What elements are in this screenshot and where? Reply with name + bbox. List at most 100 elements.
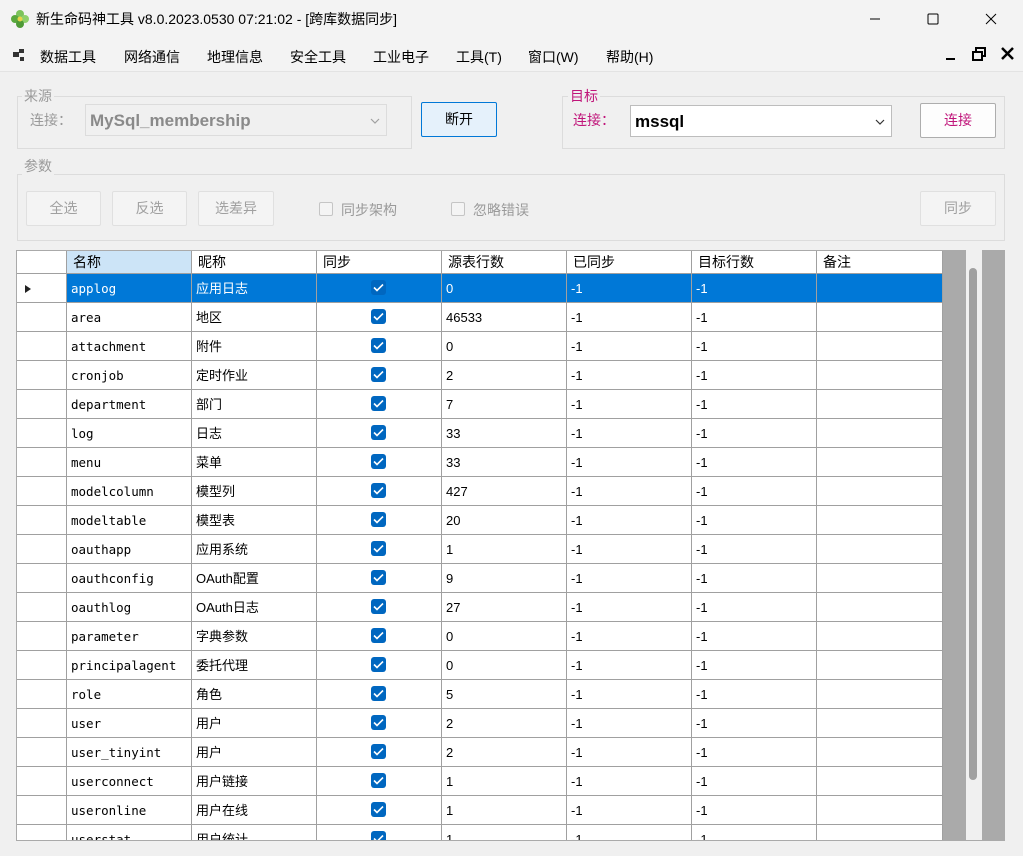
cell-note[interactable]	[817, 535, 943, 564]
sync-checkbox-cell[interactable]	[317, 593, 442, 622]
cell-src[interactable]: 1	[442, 796, 567, 825]
cell-nick[interactable]: 用户	[192, 738, 317, 767]
checkbox-checked-icon[interactable]	[371, 309, 386, 324]
table-row[interactable]: role 角色 5 -1 -1	[17, 680, 943, 709]
cell-src[interactable]: 27	[442, 593, 567, 622]
cell-dst[interactable]: -1	[692, 564, 817, 593]
cell-dst[interactable]: -1	[692, 680, 817, 709]
sync-schema-checkbox[interactable]: 同步架构	[319, 200, 419, 218]
cell-nick[interactable]: 部门	[192, 390, 317, 419]
mdi-window-icon[interactable]	[12, 48, 26, 62]
row-header[interactable]	[17, 564, 67, 593]
cell-src[interactable]: 0	[442, 651, 567, 680]
cell-note[interactable]	[817, 680, 943, 709]
cell-dst[interactable]: -1	[692, 506, 817, 535]
cell-done[interactable]: -1	[567, 796, 692, 825]
cell-done[interactable]: -1	[567, 332, 692, 361]
cell-dst[interactable]: -1	[692, 535, 817, 564]
col-header-sync[interactable]: 同步	[317, 251, 442, 274]
cell-nick[interactable]: 日志	[192, 419, 317, 448]
cell-note[interactable]	[817, 622, 943, 651]
checkbox-checked-icon[interactable]	[371, 744, 386, 759]
cell-dst[interactable]: -1	[692, 390, 817, 419]
col-header-src-rows[interactable]: 源表行数	[442, 251, 567, 274]
cell-dst[interactable]: -1	[692, 448, 817, 477]
sync-checkbox-cell[interactable]	[317, 796, 442, 825]
cell-name[interactable]: userstat	[67, 825, 192, 840]
cell-done[interactable]: -1	[567, 738, 692, 767]
cell-note[interactable]	[817, 448, 943, 477]
menu-window[interactable]: 窗口(W)	[528, 47, 579, 67]
mdi-minimize-button[interactable]	[942, 45, 960, 63]
cell-note[interactable]	[817, 274, 943, 303]
row-header[interactable]	[17, 419, 67, 448]
menu-help[interactable]: 帮助(H)	[606, 47, 653, 67]
cell-done[interactable]: -1	[567, 477, 692, 506]
row-header[interactable]	[17, 448, 67, 477]
cell-note[interactable]	[817, 332, 943, 361]
cell-done[interactable]: -1	[567, 535, 692, 564]
cell-done[interactable]: -1	[567, 709, 692, 738]
source-conn-select[interactable]: MySql_membership	[85, 104, 387, 136]
cell-dst[interactable]: -1	[692, 361, 817, 390]
cell-src[interactable]: 1	[442, 767, 567, 796]
cell-dst[interactable]: -1	[692, 419, 817, 448]
cell-name[interactable]: parameter	[67, 622, 192, 651]
menu-industrial[interactable]: 工业电子	[373, 47, 429, 67]
cell-dst[interactable]: -1	[692, 796, 817, 825]
row-header[interactable]	[17, 535, 67, 564]
sync-checkbox-cell[interactable]	[317, 535, 442, 564]
select-diff-button[interactable]: 选差异	[198, 191, 274, 226]
checkbox-checked-icon[interactable]	[371, 367, 386, 382]
checkbox-checked-icon[interactable]	[371, 628, 386, 643]
cell-dst[interactable]: -1	[692, 825, 817, 840]
table-row[interactable]: modelcolumn 模型列 427 -1 -1	[17, 477, 943, 506]
row-header[interactable]	[17, 390, 67, 419]
row-header[interactable]	[17, 332, 67, 361]
cell-done[interactable]: -1	[567, 448, 692, 477]
connect-button[interactable]: 连接	[920, 103, 996, 138]
sync-checkbox-cell[interactable]	[317, 564, 442, 593]
row-header[interactable]	[17, 303, 67, 332]
cell-src[interactable]: 46533	[442, 303, 567, 332]
cell-name[interactable]: attachment	[67, 332, 192, 361]
table-row[interactable]: user_tinyint 用户 2 -1 -1	[17, 738, 943, 767]
mdi-restore-button[interactable]	[970, 45, 988, 63]
cell-done[interactable]: -1	[567, 680, 692, 709]
ignore-errors-checkbox[interactable]: 忽略错误	[451, 200, 551, 218]
cell-src[interactable]: 1	[442, 535, 567, 564]
cell-note[interactable]	[817, 477, 943, 506]
cell-dst[interactable]: -1	[692, 622, 817, 651]
sync-checkbox-cell[interactable]	[317, 622, 442, 651]
maximize-button[interactable]	[904, 0, 962, 38]
checkbox-checked-icon[interactable]	[371, 599, 386, 614]
checkbox-checked-icon[interactable]	[371, 512, 386, 527]
cell-nick[interactable]: 用户链接	[192, 767, 317, 796]
menu-tools[interactable]: 工具(T)	[456, 47, 502, 67]
cell-name[interactable]: log	[67, 419, 192, 448]
checkbox-checked-icon[interactable]	[371, 570, 386, 585]
sync-checkbox-cell[interactable]	[317, 390, 442, 419]
cell-name[interactable]: oauthconfig	[67, 564, 192, 593]
sync-checkbox-cell[interactable]	[317, 709, 442, 738]
cell-done[interactable]: -1	[567, 651, 692, 680]
cell-nick[interactable]: 应用日志	[192, 274, 317, 303]
cell-note[interactable]	[817, 593, 943, 622]
table-row[interactable]: useronline 用户在线 1 -1 -1	[17, 796, 943, 825]
cell-name[interactable]: principalagent	[67, 651, 192, 680]
table-row[interactable]: log 日志 33 -1 -1	[17, 419, 943, 448]
cell-nick[interactable]: 委托代理	[192, 651, 317, 680]
cell-done[interactable]: -1	[567, 506, 692, 535]
cell-name[interactable]: cronjob	[67, 361, 192, 390]
cell-nick[interactable]: 用户	[192, 709, 317, 738]
cell-done[interactable]: -1	[567, 274, 692, 303]
cell-name[interactable]: role	[67, 680, 192, 709]
menu-data-tools[interactable]: 数据工具	[40, 47, 96, 67]
sync-checkbox-cell[interactable]	[317, 448, 442, 477]
cell-done[interactable]: -1	[567, 419, 692, 448]
cell-note[interactable]	[817, 709, 943, 738]
row-header[interactable]	[17, 825, 67, 840]
cell-note[interactable]	[817, 738, 943, 767]
row-header[interactable]	[17, 593, 67, 622]
cell-nick[interactable]: 用户统计	[192, 825, 317, 840]
